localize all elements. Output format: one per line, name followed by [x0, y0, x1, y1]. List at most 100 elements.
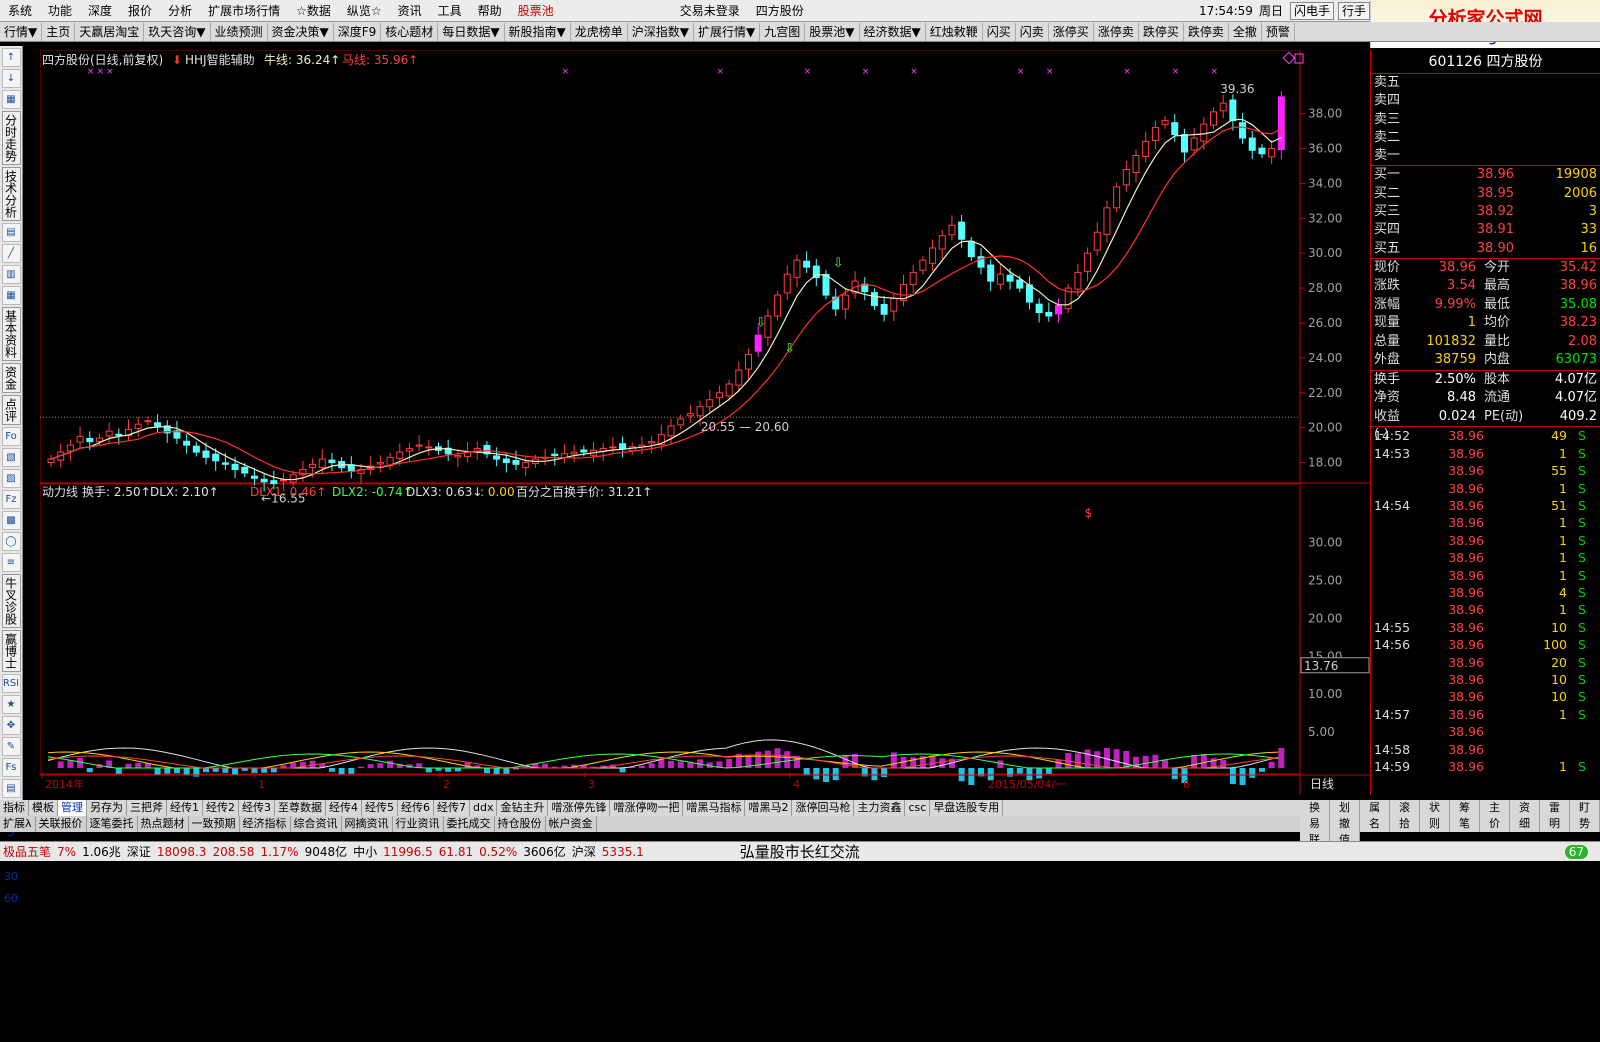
- indicator-tab[interactable]: 金钻主升: [497, 800, 549, 816]
- indicator-tab[interactable]: 涨停回马枪: [792, 800, 855, 816]
- toolbar-button[interactable]: 跌停卖: [1184, 22, 1229, 41]
- toolbar-button[interactable]: 深度F9: [334, 22, 382, 41]
- nav-icon[interactable]: ▦: [1, 286, 21, 305]
- menu-item-stock-pool[interactable]: 股票池: [510, 0, 562, 21]
- flash-trade-button[interactable]: 闪电手: [1289, 1, 1334, 20]
- toolbar-button[interactable]: 主页: [42, 22, 76, 41]
- right-tab[interactable]: 换: [1300, 800, 1330, 816]
- info-tab[interactable]: 委托成交: [444, 816, 495, 832]
- indicator-tab[interactable]: 指标: [0, 800, 29, 816]
- nav-icon[interactable]: ✥: [1, 716, 21, 735]
- menu-item[interactable]: ☆数据: [288, 0, 339, 21]
- nav-icon[interactable]: ◯: [1, 532, 21, 551]
- toolbar-button[interactable]: 经济数据▼: [860, 22, 926, 41]
- nav-icon[interactable]: Fo: [1, 427, 21, 446]
- status-message[interactable]: 弘量股市长红交流: [737, 842, 863, 861]
- menu-item[interactable]: 纵览☆: [339, 0, 390, 21]
- indicator-tab[interactable]: 主力资鑫: [854, 800, 906, 816]
- menu-item[interactable]: 报价: [120, 0, 160, 21]
- cycle-button[interactable]: 周: [0, 932, 22, 954]
- info-tab[interactable]: 帐户资金: [546, 816, 597, 832]
- ime-indicator[interactable]: 极品五笔: [0, 843, 54, 860]
- right-tab[interactable]: 则: [1420, 816, 1450, 832]
- toolbar-button[interactable]: 核心题材: [381, 22, 439, 41]
- nav-icon[interactable]: ↓: [1, 69, 21, 88]
- menu-item[interactable]: 系统: [0, 0, 40, 21]
- nav-tab[interactable]: 资金: [1, 363, 21, 393]
- nav-tab[interactable]: 分时走势: [1, 111, 21, 165]
- right-tab[interactable]: 笔: [1450, 816, 1480, 832]
- nav-icon[interactable]: ╱: [1, 244, 21, 263]
- nav-icon[interactable]: ▦: [1, 90, 21, 109]
- indicator-tab[interactable]: 至尊数据: [275, 800, 326, 816]
- right-tab[interactable]: 雷: [1540, 800, 1570, 816]
- indicator-tab[interactable]: 管理: [58, 800, 87, 816]
- period-button[interactable]: 60: [0, 888, 22, 910]
- indicator-tab[interactable]: 噌黑马指标: [683, 800, 746, 816]
- right-tab[interactable]: 盯: [1570, 800, 1600, 816]
- right-tab[interactable]: 易: [1300, 816, 1330, 832]
- indicator-tab[interactable]: 经传5: [362, 800, 398, 816]
- toolbar-button[interactable]: 天赢居淘宝: [75, 22, 145, 41]
- indicator-tab[interactable]: 经传6: [398, 800, 434, 816]
- info-tab[interactable]: 经济指标: [240, 816, 291, 832]
- nav-icon[interactable]: ▤: [1, 223, 21, 242]
- indicator-tab[interactable]: 三把斧: [127, 800, 167, 816]
- info-tab[interactable]: 热点题材: [138, 816, 189, 832]
- nav-icon[interactable]: ↑: [1, 48, 21, 67]
- right-tab[interactable]: 筹: [1450, 800, 1480, 816]
- info-tab[interactable]: 扩展λ: [0, 816, 36, 832]
- indicator-tab[interactable]: 经传3: [239, 800, 275, 816]
- toolbar-button[interactable]: 沪深指数▼: [628, 22, 695, 41]
- nav-tab[interactable]: 基本资料: [1, 307, 21, 361]
- toolbar-button[interactable]: 业绩预测: [211, 22, 268, 41]
- right-tab[interactable]: 价: [1480, 816, 1510, 832]
- right-tab[interactable]: 势: [1570, 816, 1600, 832]
- nav-icon[interactable]: ▥: [1, 265, 21, 284]
- toolbar-button[interactable]: 全撤: [1229, 22, 1262, 41]
- login-status[interactable]: 交易未登录: [672, 0, 748, 21]
- nav-icon[interactable]: ▤: [1, 779, 21, 798]
- nav-icon[interactable]: RSI: [1, 674, 21, 693]
- indicator-tab[interactable]: 噌涨停先锋: [548, 800, 611, 816]
- menu-item[interactable]: 分析: [160, 0, 200, 21]
- kline-chart[interactable]: 38.00 36.00 34.00 32.00 30.00 28.00 26.00 24.00…: [39, 49, 1370, 795]
- info-tab[interactable]: 关联报价: [36, 816, 87, 832]
- nav-icon[interactable]: ▧: [1, 448, 21, 467]
- nav-tab[interactable]: 点评: [1, 395, 21, 425]
- right-tab[interactable]: 名: [1360, 816, 1390, 832]
- right-tab[interactable]: 划: [1330, 800, 1360, 816]
- cycle-button[interactable]: 季: [0, 998, 22, 1020]
- indicator-tab[interactable]: ddx: [470, 800, 498, 816]
- right-tab[interactable]: 状: [1420, 800, 1450, 816]
- toolbar-button[interactable]: 涨停卖: [1094, 22, 1139, 41]
- indicator-tab[interactable]: 噌涨停吻一把: [610, 800, 684, 816]
- nav-icon[interactable]: ★: [1, 695, 21, 714]
- info-tab[interactable]: 一致预期: [189, 816, 240, 832]
- indicator-tab[interactable]: 经传1: [167, 800, 203, 816]
- toolbar-button[interactable]: 玖天咨询▼: [144, 22, 211, 41]
- menu-item[interactable]: 扩展市场行情: [200, 0, 288, 21]
- toolbar-button[interactable]: 红烛敕鞭: [926, 22, 983, 41]
- right-tab[interactable]: 滚: [1390, 800, 1420, 816]
- info-tab[interactable]: 综合资讯: [291, 816, 342, 832]
- right-tab[interactable]: 主: [1480, 800, 1510, 816]
- right-tab[interactable]: 明: [1540, 816, 1570, 832]
- toolbar-button[interactable]: 新股指南▼: [505, 22, 571, 41]
- toolbar-button[interactable]: 跌停买: [1139, 22, 1184, 41]
- menu-item[interactable]: 深度: [80, 0, 120, 21]
- indicator-tab[interactable]: 经传7: [434, 800, 470, 816]
- nav-tab[interactable]: 牛叉诊股: [1, 574, 21, 628]
- toolbar-button[interactable]: 闪买: [983, 22, 1016, 41]
- nav-icon[interactable]: ▩: [1, 511, 21, 530]
- nav-icon[interactable]: Fs: [1, 758, 21, 777]
- right-tab[interactable]: 资: [1510, 800, 1540, 816]
- indicator-tab[interactable]: 经传4: [326, 800, 362, 816]
- cycle-button[interactable]: 年: [0, 1020, 22, 1042]
- toolbar-button[interactable]: 预警: [1262, 22, 1295, 41]
- nav-icon[interactable]: ≡: [1, 553, 21, 572]
- chart-svg[interactable]: 38.00 36.00 34.00 32.00 30.00 28.00 26.00 24.00…: [39, 49, 1370, 795]
- toolbar-button[interactable]: 九宫图: [760, 22, 806, 41]
- toolbar-button[interactable]: 股票池▼: [805, 22, 860, 41]
- right-tab[interactable]: 属: [1360, 800, 1390, 816]
